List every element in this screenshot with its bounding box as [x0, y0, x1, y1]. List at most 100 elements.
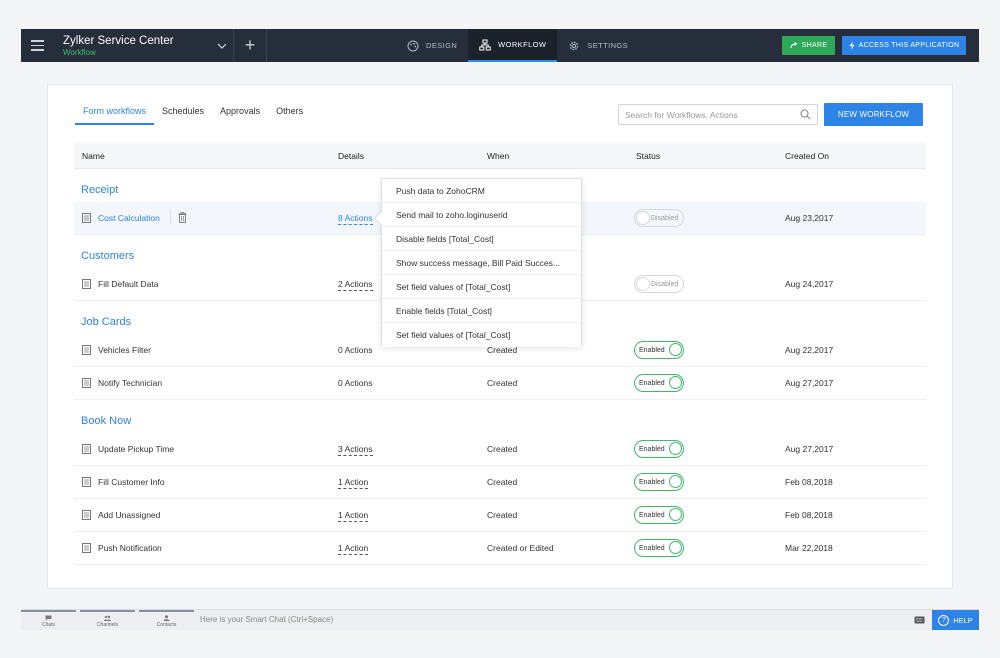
help-icon: ?	[938, 614, 950, 626]
tab-approvals[interactable]: Approvals	[212, 105, 268, 125]
bottom-tab-channels[interactable]: Channels	[80, 610, 135, 630]
search-input[interactable]	[625, 109, 800, 120]
workflow-details[interactable]: 8 Actions	[338, 213, 373, 225]
bottom-tab-chats[interactable]: Chats	[21, 610, 76, 630]
workflow-details[interactable]: 3 Actions	[338, 444, 373, 456]
status-label: Enabled	[639, 544, 665, 552]
status-label: Disabled	[651, 214, 679, 222]
access-application-button[interactable]: ACCESS THIS APPLICATION	[842, 36, 966, 55]
table-row[interactable]: Push Notification 1 Action Created or Ed…	[74, 532, 926, 565]
table-row[interactable]: Notify Technician 0 Actions Created Enab…	[74, 367, 926, 400]
tab-schedules[interactable]: Schedules	[154, 105, 212, 125]
search-box	[618, 104, 818, 125]
group-title-customers: Customers	[81, 250, 135, 262]
palette-icon	[407, 40, 419, 51]
workflow-name[interactable]: Fill Customer Info	[98, 477, 165, 487]
popover-action-item[interactable]: Push data to ZohoCRM	[382, 179, 581, 203]
tab-design[interactable]: DESIGN	[396, 29, 468, 62]
column-name: Name	[82, 151, 105, 161]
tab-form-workflows[interactable]: Form workflows	[75, 105, 155, 125]
chevron-down-icon[interactable]	[211, 29, 233, 62]
share-button[interactable]: SHARE	[782, 36, 835, 55]
status-label: Enabled	[639, 379, 665, 387]
keyboard-icon[interactable]	[914, 616, 925, 624]
status-toggle[interactable]: Enabled	[634, 341, 684, 359]
table-row[interactable]: Add Unassigned 1 Action Created Enabled …	[74, 499, 926, 532]
popover-action-item[interactable]: Enable fields [Total_Cost]	[382, 299, 581, 323]
status-toggle[interactable]: Disabled	[634, 275, 684, 293]
toggle-knob	[636, 211, 650, 225]
bottom-tab-label: Contacts	[156, 621, 177, 628]
toggle-knob	[669, 376, 682, 389]
share-label: SHARE	[801, 42, 828, 49]
toggle-knob	[669, 541, 682, 554]
tab-workflow-label: WORKFLOW	[498, 40, 547, 49]
column-status: Status	[636, 151, 661, 161]
workflow-details: 0 Actions	[338, 345, 373, 355]
workflow-name[interactable]: Notify Technician	[98, 378, 162, 388]
workflow-details[interactable]: 2 Actions	[338, 279, 373, 291]
workflow-created-on: Aug 22,2017	[785, 345, 834, 355]
app-title: Zylker Service Center	[63, 34, 174, 47]
popover-action-item[interactable]: Show success message, Bill Paid Succes..…	[382, 251, 581, 275]
new-workflow-button[interactable]: NEW WORKFLOW	[824, 103, 923, 126]
status-toggle[interactable]: Disabled	[634, 209, 684, 227]
help-button[interactable]: ? HELP	[932, 610, 979, 630]
table-row[interactable]: Update Pickup Time 3 Actions Created Ena…	[74, 433, 926, 466]
tab-settings[interactable]: SETTINGS	[557, 29, 639, 62]
table-header: Name Details When Status Created On	[74, 142, 926, 169]
workflow-name[interactable]: Update Pickup Time	[98, 444, 174, 454]
workflow-when: Created	[487, 477, 518, 487]
workflow-details[interactable]: 1 Action	[338, 510, 369, 522]
workflow-created-on: Mar 22,2018	[785, 543, 833, 553]
workflow-name[interactable]: Cost Calculation	[98, 213, 160, 223]
menu-icon[interactable]	[21, 29, 53, 62]
access-label: ACCESS THIS APPLICATION	[858, 42, 960, 49]
status-toggle[interactable]: Enabled	[634, 440, 684, 458]
status-toggle[interactable]: Enabled	[634, 374, 684, 392]
share-arrow-icon	[790, 42, 798, 49]
form-icon	[82, 345, 91, 355]
workflow-tabs: Form workflows Schedules Approvals Other…	[75, 105, 311, 125]
tab-workflow[interactable]: WORKFLOW	[468, 29, 558, 62]
divider	[266, 29, 267, 62]
toggle-knob	[669, 508, 682, 521]
help-label: HELP	[953, 615, 973, 625]
popover-action-item[interactable]: Set field values of [Total_Cost]	[382, 323, 581, 347]
status-toggle[interactable]: Enabled	[634, 506, 684, 524]
channels-icon	[104, 615, 111, 621]
workflow-name[interactable]: Fill Default Data	[98, 279, 158, 289]
add-app-button[interactable]: +	[234, 29, 266, 62]
bottom-tab-contacts[interactable]: Contacts	[139, 610, 194, 630]
status-label: Enabled	[639, 346, 665, 354]
popover-action-item[interactable]: Disable fields [Total_Cost]	[382, 227, 581, 251]
contacts-icon	[163, 614, 170, 621]
status-toggle[interactable]: Enabled	[634, 473, 684, 491]
top-bar: Zylker Service Center Workflow + DESIGN …	[21, 29, 979, 62]
workflow-name[interactable]: Add Unassigned	[98, 510, 160, 520]
workflow-created-on: Aug 24,2017	[785, 279, 834, 289]
form-icon	[82, 477, 91, 487]
status-toggle[interactable]: Enabled	[634, 539, 684, 557]
form-icon	[82, 378, 91, 388]
search-icon[interactable]	[800, 109, 811, 120]
workflow-name[interactable]: Vehicles Filter	[98, 345, 151, 355]
divider	[170, 210, 171, 224]
table-row[interactable]: Fill Customer Info 1 Action Created Enab…	[74, 466, 926, 499]
smart-chat-input[interactable]: Here is your Smart Chat (Ctrl+Space)	[200, 615, 333, 624]
tab-others[interactable]: Others	[268, 105, 311, 125]
trash-icon[interactable]	[178, 212, 187, 223]
top-nav: DESIGN WORKFLOW SETTINGS	[396, 29, 639, 62]
workflow-created-on: Aug 27,2017	[785, 378, 834, 388]
workflow-details: 0 Actions	[338, 378, 373, 388]
bottom-bar: Chats Channels Contacts Here is your Sma…	[21, 609, 979, 630]
popover-action-item[interactable]: Set field values of [Total_Cost]	[382, 275, 581, 299]
toggle-knob	[669, 442, 682, 455]
popover-action-item[interactable]: Send mail to zoho.loginuserid	[382, 203, 581, 227]
app-info[interactable]: Zylker Service Center Workflow	[63, 34, 211, 58]
workflow-name[interactable]: Push Notification	[98, 543, 162, 553]
workflow-details[interactable]: 1 Action	[338, 477, 369, 489]
workflow-details[interactable]: 1 Action	[338, 543, 369, 555]
workflow-created-on: Aug 27,2017	[785, 444, 834, 454]
chat-icon	[45, 615, 52, 620]
